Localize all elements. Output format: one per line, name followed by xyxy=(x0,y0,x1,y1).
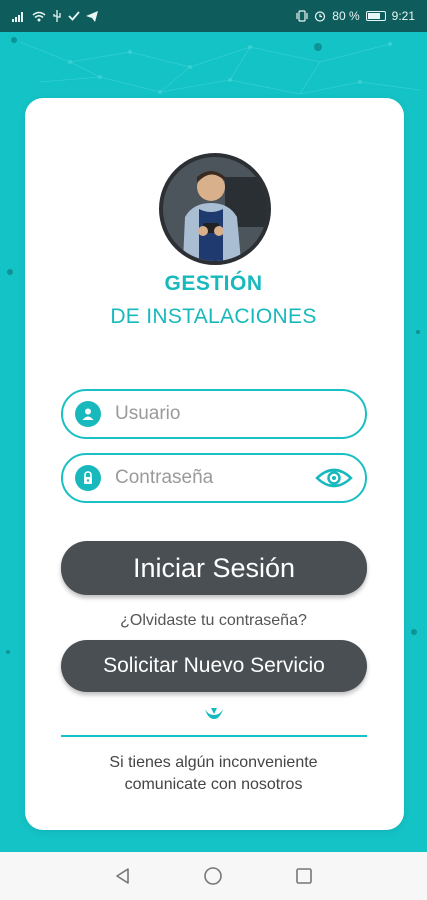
username-field[interactable] xyxy=(61,389,367,439)
clock: 9:21 xyxy=(391,9,415,23)
contact-line-2: comunicate con nosotros xyxy=(124,776,303,793)
divider xyxy=(61,735,367,737)
avatar xyxy=(159,153,271,265)
status-left xyxy=(12,10,98,22)
signal-icon xyxy=(12,11,23,22)
app-subtitle: DE INSTALACIONES xyxy=(110,305,317,328)
request-service-button[interactable]: Solicitar Nuevo Servicio xyxy=(61,640,367,692)
check-icon xyxy=(68,11,80,21)
vibrate-icon xyxy=(296,10,308,22)
wifi-icon xyxy=(32,11,46,21)
app-title: GESTIÓN xyxy=(164,272,263,295)
home-icon[interactable] xyxy=(199,862,227,890)
password-input[interactable] xyxy=(113,466,307,490)
navigation-bar xyxy=(0,852,427,900)
status-right: 80 % 9:21 xyxy=(296,9,415,23)
contact-message: Si tienes algún inconveniente comunicate… xyxy=(0,752,427,796)
alarm-icon xyxy=(315,11,326,22)
eye-icon[interactable] xyxy=(315,465,353,491)
recent-apps-icon[interactable] xyxy=(290,862,318,890)
usb-icon xyxy=(53,10,61,22)
password-field[interactable] xyxy=(61,453,367,503)
user-icon xyxy=(75,401,101,427)
brand-logo-icon xyxy=(205,708,223,719)
login-button[interactable]: Iniciar Sesión xyxy=(61,541,367,595)
technician-photo xyxy=(163,157,267,261)
telegram-icon xyxy=(86,10,98,22)
battery-percent: 80 % xyxy=(332,9,360,23)
forgot-password-link[interactable]: ¿Olvidaste tu contraseña? xyxy=(0,612,427,630)
lock-icon xyxy=(75,465,101,491)
status-bar: 80 % 9:21 xyxy=(0,0,427,32)
back-icon[interactable] xyxy=(109,862,137,890)
battery-icon xyxy=(365,11,386,21)
contact-line-1: Si tienes algún inconveniente xyxy=(109,754,318,771)
username-input[interactable] xyxy=(113,402,307,426)
